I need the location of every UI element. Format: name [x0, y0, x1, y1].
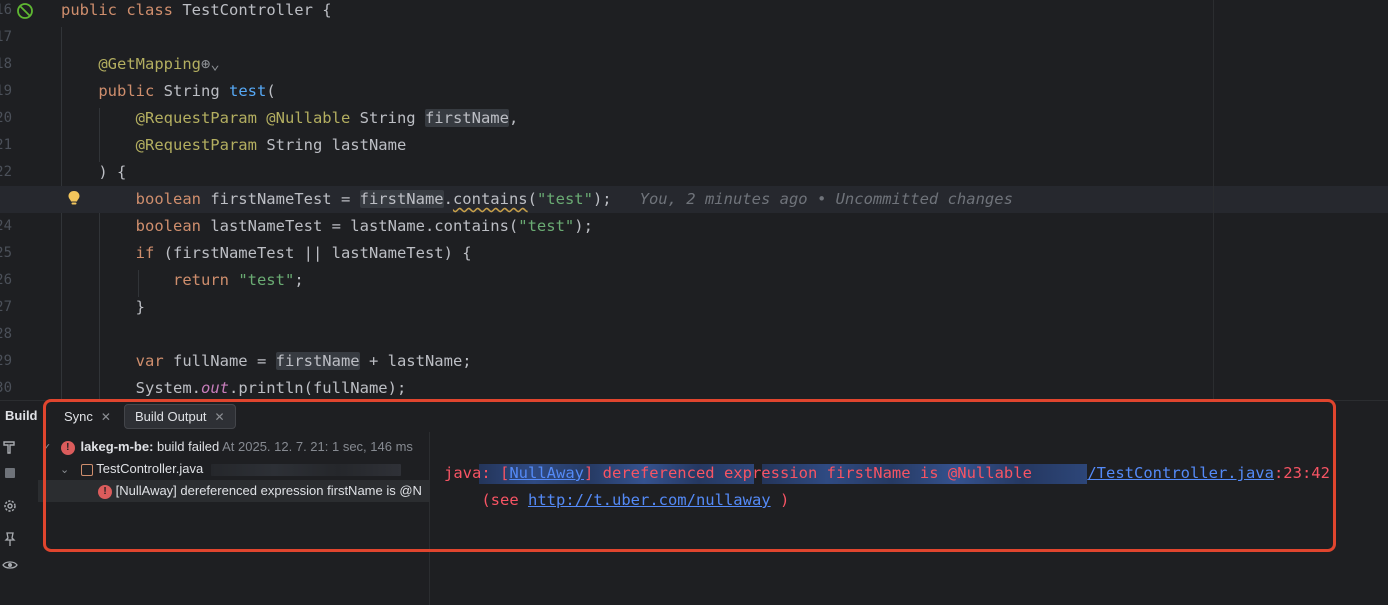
code-token: var	[61, 352, 173, 370]
code-token: System.	[61, 379, 201, 397]
code-line[interactable]: return "test";	[61, 267, 304, 294]
code-line[interactable]: public class TestController {	[61, 0, 332, 24]
right-margin-guide	[1213, 0, 1214, 400]
code-token: firstName	[424, 109, 509, 127]
code-token: boolean	[61, 190, 211, 208]
code-token: ;	[294, 271, 304, 289]
tool-window-strip	[0, 401, 38, 605]
code-line[interactable]: }	[61, 294, 145, 321]
stop-icon[interactable]	[2, 465, 18, 481]
code-editor[interactable]: 161718192021222324252627282930 public cl…	[0, 0, 1388, 400]
code-token: .println(fullName);	[228, 379, 407, 397]
code-token: String lastName	[266, 136, 407, 154]
gear-icon[interactable]	[2, 498, 18, 514]
code-token: public class	[61, 1, 183, 19]
code-token: firstName	[359, 190, 444, 208]
eye-icon[interactable]	[2, 557, 18, 573]
code-token: public	[61, 82, 164, 100]
code-line[interactable]: var fullName = firstName + lastName;	[61, 348, 472, 375]
line-number[interactable]: 21	[0, 132, 12, 159]
code-token: @GetMapping	[61, 55, 201, 73]
code-token: if	[61, 244, 164, 262]
line-number[interactable]: 19	[0, 78, 12, 105]
line-number[interactable]: 26	[0, 267, 12, 294]
code-token: ,	[508, 109, 519, 127]
code-token: @RequestParam @Nullable	[61, 109, 360, 127]
line-number[interactable]: 25	[0, 240, 12, 267]
code-token: (	[527, 190, 537, 208]
code-token: (	[266, 82, 276, 100]
code-token: );	[592, 190, 612, 208]
code-token: + lastName;	[359, 352, 472, 370]
code-token: lastNameTest = lastName.contains(	[210, 217, 519, 235]
code-token: return	[61, 271, 239, 289]
code-token: "test"	[536, 190, 593, 208]
annotation-highlight-box	[43, 399, 1336, 552]
line-number[interactable]: 28	[0, 321, 12, 348]
code-token: boolean	[61, 217, 211, 235]
code-line[interactable]: if (firstNameTest || lastNameTest) {	[61, 240, 472, 267]
line-number[interactable]: 27	[0, 294, 12, 321]
code-token: contains	[452, 190, 528, 208]
line-number[interactable]: 22	[0, 159, 12, 186]
code-token: fullName =	[172, 352, 276, 370]
code-token: firstNameTest =	[210, 190, 360, 208]
code-line[interactable]: @RequestParam @Nullable String firstName…	[61, 105, 518, 132]
tool-window-title: Build	[5, 408, 38, 423]
code-token: String	[359, 109, 425, 127]
pin-icon[interactable]	[2, 531, 18, 547]
code-line[interactable]: ) {	[61, 159, 126, 186]
line-number[interactable]: 16	[0, 0, 12, 24]
code-token: String	[163, 82, 229, 100]
line-number[interactable]: 20	[0, 105, 12, 132]
code-line[interactable]: @GetMapping⊕⌄	[61, 51, 220, 78]
git-blame-annotation: You, 2 minutes ago • Uncommitted changes	[611, 190, 1013, 208]
lightbulb-icon[interactable]	[67, 190, 81, 206]
line-number[interactable]: 30	[0, 375, 12, 400]
spring-bean-icon[interactable]	[15, 1, 35, 21]
code-token: (firstNameTest || lastNameTest) {	[163, 244, 472, 262]
code-token: ) {	[61, 163, 127, 181]
code-token: out	[200, 379, 229, 397]
code-line[interactable]: public String test(	[61, 78, 276, 105]
code-token: "test"	[238, 271, 295, 289]
hammer-icon[interactable]	[2, 439, 18, 455]
code-area[interactable]: public class TestController { @GetMappin…	[0, 0, 1388, 400]
code-line[interactable]: System.out.println(fullName);	[61, 375, 407, 400]
code-line[interactable]: @RequestParam String lastName	[61, 132, 407, 159]
code-token: );	[574, 217, 593, 235]
line-number[interactable]: 17	[0, 24, 12, 51]
code-token: "test"	[518, 217, 575, 235]
code-token: }	[61, 298, 145, 316]
code-line[interactable]: boolean firstNameTest = firstName.contai…	[0, 186, 1388, 213]
code-line[interactable]: boolean lastNameTest = lastName.contains…	[61, 213, 593, 240]
line-number[interactable]: 18	[0, 51, 12, 78]
code-token: firstName	[275, 352, 360, 370]
code-token: test	[228, 82, 267, 100]
code-token: .	[443, 190, 453, 208]
code-token: ⊕⌄	[200, 55, 220, 73]
line-number[interactable]: 29	[0, 348, 12, 375]
line-number[interactable]: 24	[0, 213, 12, 240]
code-token: TestController {	[182, 1, 332, 19]
code-token: @RequestParam	[61, 136, 267, 154]
